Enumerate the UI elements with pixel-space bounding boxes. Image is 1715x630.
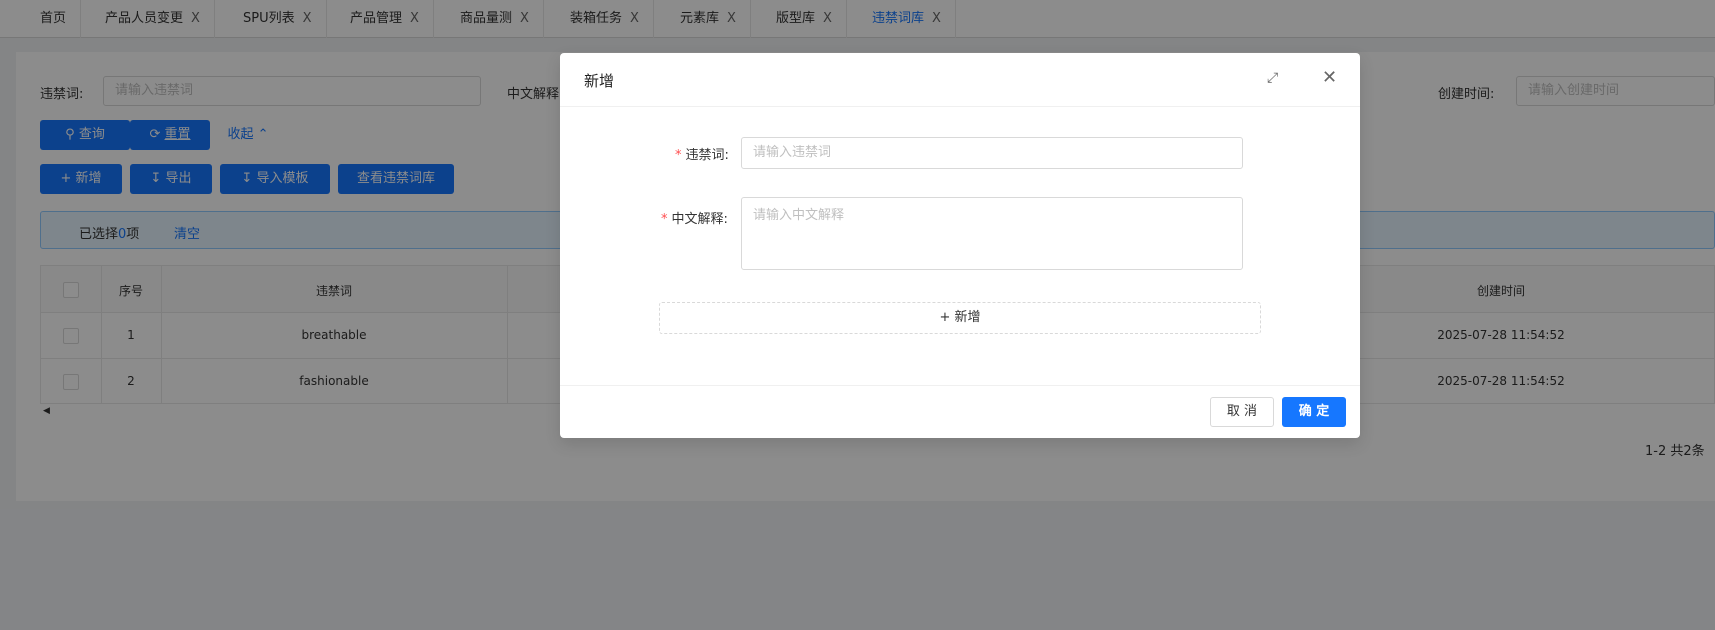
cancel-button[interactable]: 取 消 xyxy=(1210,397,1274,427)
modal-title: 新增 xyxy=(584,72,615,90)
word-label-text: 违禁词: xyxy=(685,148,729,163)
cn-textarea[interactable]: 请输入中文解释 xyxy=(741,197,1243,270)
add-row-button[interactable]: + 新增 xyxy=(659,302,1261,334)
cn-field-label: * 中文解释: xyxy=(661,208,728,227)
modal-footer: 取 消 确 定 xyxy=(560,385,1360,438)
word-field-label: * 违禁词: xyxy=(675,144,729,163)
modal-header: 新增 ⤢ ✕ xyxy=(560,53,1360,107)
plus-icon: + xyxy=(939,310,951,325)
close-icon[interactable]: ✕ xyxy=(1322,67,1337,88)
cn-label-text: 中文解释: xyxy=(671,212,728,227)
add-row-label: 新增 xyxy=(954,310,981,325)
fullscreen-icon[interactable]: ⤢ xyxy=(1267,70,1278,86)
word-input[interactable]: 请输入违禁词 xyxy=(741,137,1243,169)
ok-button[interactable]: 确 定 xyxy=(1282,397,1346,427)
required-mark: * xyxy=(661,212,668,227)
required-mark: * xyxy=(675,148,682,163)
add-modal: 新增 ⤢ ✕ * 违禁词: 请输入违禁词 * 中文解释: 请输入中文解释 + 新增 … xyxy=(560,53,1360,438)
